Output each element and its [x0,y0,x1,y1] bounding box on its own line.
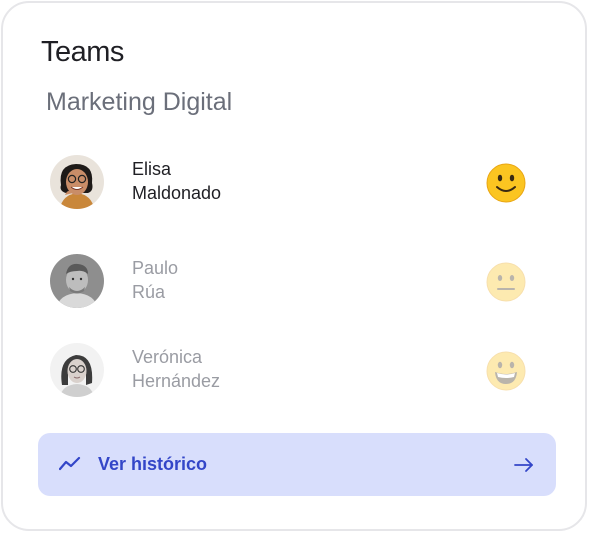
team-name: Marketing Digital [46,88,233,116]
avatar [50,254,104,308]
member-first-name: Verónica [132,347,203,367]
grinning-face-icon [486,351,526,391]
member-name: Verónica Hernández [132,345,220,393]
view-history-label: Ver histórico [98,454,208,474]
member-first-name: Paulo [132,258,179,278]
avatar [50,155,104,209]
arrow-right-icon [514,457,534,473]
view-history-button[interactable]: Ver histórico [38,433,556,496]
member-row-elisa[interactable]: Elisa Maldonado [50,155,530,211]
member-last-name: Hernández [132,371,221,391]
slightly-smiling-face-icon [486,163,526,203]
member-row-veronica[interactable]: Verónica Hernández [50,343,530,399]
member-name: Elisa Maldonado [132,157,221,205]
member-first-name: Elisa [132,159,172,179]
trend-line-icon [58,455,81,473]
card-title: Teams [41,36,124,68]
member-last-name: Maldonado [132,183,222,203]
member-name: Paulo Rúa [132,256,178,304]
neutral-face-icon [486,262,526,302]
member-last-name: Rúa [132,282,166,302]
avatar [50,343,104,397]
member-row-paulo[interactable]: Paulo Rúa [50,254,530,310]
